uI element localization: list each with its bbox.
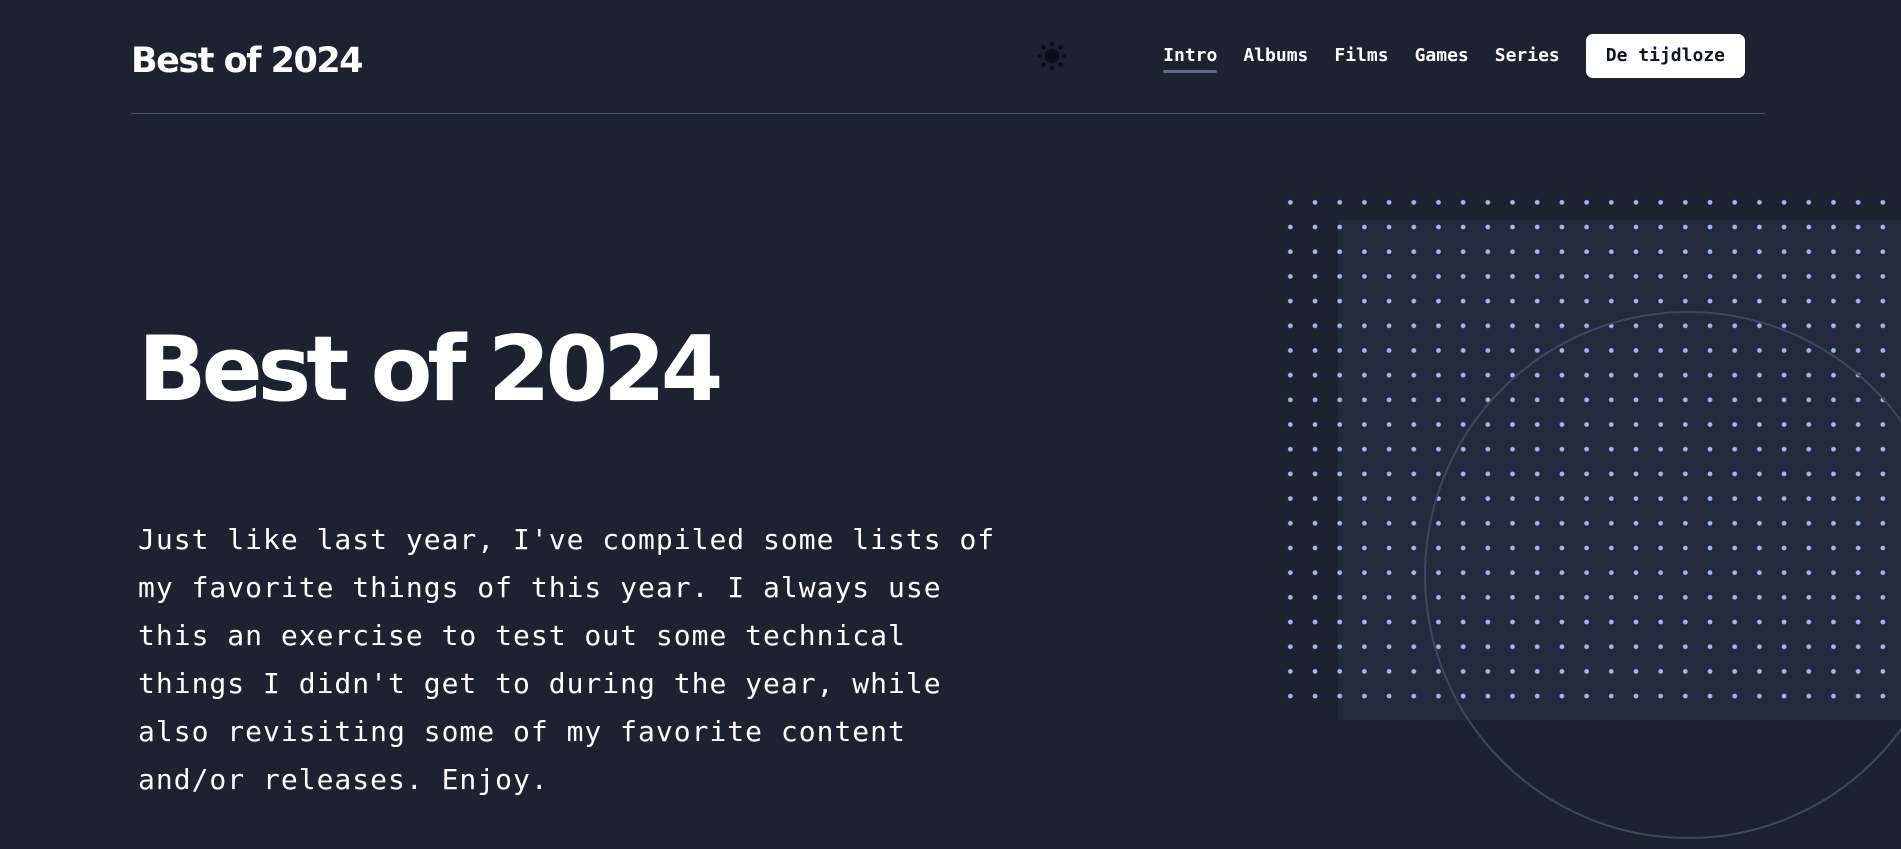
nav-link-albums[interactable]: Albums xyxy=(1243,34,1308,78)
nav-link-series[interactable]: Series xyxy=(1495,34,1560,78)
de-tijdloze-button[interactable]: De tijdloze xyxy=(1585,34,1745,78)
decorative-graphic xyxy=(1270,190,1901,849)
nav-link-films[interactable]: Films xyxy=(1334,34,1388,78)
sun-icon xyxy=(1037,41,1067,71)
intro-paragraph: Just like last year, I've compiled some … xyxy=(138,523,996,796)
nav-link-intro[interactable]: Intro xyxy=(1163,34,1218,78)
main-nav: Intro Albums Films Games Series De tijdl… xyxy=(1163,34,1745,78)
site-header: Best of 2024 Intro Albums Films Games Se… xyxy=(131,0,1765,114)
site-title[interactable]: Best of 2024 xyxy=(131,37,364,85)
nav-link-games[interactable]: Games xyxy=(1415,34,1469,78)
hero-title: Best of 2024 xyxy=(138,317,723,422)
theme-toggle-button[interactable] xyxy=(1034,38,1070,74)
